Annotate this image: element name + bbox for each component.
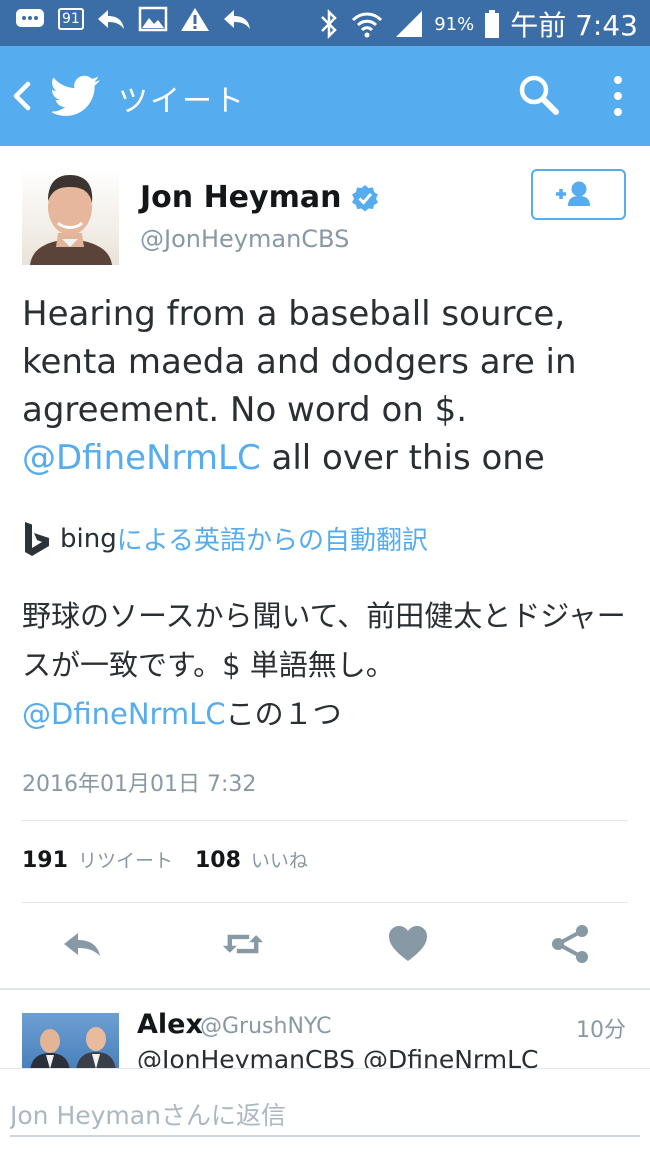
- tweet-text: Hearing from a baseball source, kenta ma…: [22, 290, 632, 482]
- search-icon[interactable]: [518, 74, 560, 116]
- verified-badge-icon: [352, 184, 379, 211]
- message-icon: [16, 9, 44, 27]
- reply-composer: [0, 1068, 650, 1157]
- status-bar: 91 91% 午前 7:43: [0, 0, 650, 46]
- wifi-icon: [352, 12, 383, 38]
- engagement-stats: 191 リツイート 108 いいね: [22, 846, 330, 873]
- battery-icon: [485, 10, 500, 38]
- reply-text: @JonHeymanCBS @DfineNrmLC: [137, 1045, 539, 1069]
- reply-time: 10分: [576, 1018, 626, 1043]
- divider: [22, 820, 628, 821]
- translated-text-part: この１つ: [225, 697, 342, 731]
- retweet-label[interactable]: リツイート: [78, 846, 173, 873]
- translation-attribution: bing による英語からの自動翻訳: [22, 520, 428, 557]
- retweet-count[interactable]: 191: [22, 848, 68, 873]
- badge-icon: 91: [58, 8, 84, 30]
- section-separator: [0, 988, 650, 990]
- follow-button[interactable]: [531, 169, 626, 220]
- author-handle[interactable]: @JonHeymanCBS: [140, 225, 349, 253]
- translation-link[interactable]: による英語からの自動翻訳: [117, 520, 428, 557]
- status-notifications: 91: [14, 6, 252, 32]
- overflow-menu-icon[interactable]: [608, 74, 628, 118]
- tweet-timestamp: 2016年01月01日 7:32: [22, 772, 257, 797]
- back-arrow-icon[interactable]: [10, 76, 34, 116]
- status-system: 91% 午前 7:43: [318, 4, 638, 44]
- reply-icon: [97, 10, 124, 29]
- reply-author-handle[interactable]: @GrushNYC: [200, 1014, 332, 1039]
- share-icon[interactable]: [548, 922, 592, 966]
- like-heart-icon[interactable]: [386, 922, 430, 966]
- like-label[interactable]: いいね: [251, 846, 308, 873]
- image-icon: [138, 6, 168, 32]
- author-avatar[interactable]: [22, 167, 119, 265]
- bluetooth-icon: [321, 9, 337, 39]
- battery-percent: 91%: [434, 13, 475, 35]
- tweet-text-part: Hearing from a baseball source, kenta ma…: [22, 294, 577, 430]
- add-user-icon: [556, 181, 590, 206]
- divider: [22, 902, 628, 903]
- author-photo: [30, 175, 112, 265]
- warning-icon: [180, 8, 209, 31]
- reply-icon[interactable]: [60, 922, 104, 966]
- app-bar: ツイート: [0, 46, 650, 146]
- translated-text: 野球のソースから聞いて、前田健太とドジャースが一致です。$ 単語無し。 @Dfin…: [22, 592, 632, 739]
- reply-icon: [223, 10, 250, 29]
- signal-icon: [396, 11, 423, 37]
- like-count[interactable]: 108: [195, 848, 241, 873]
- translated-mention-link[interactable]: @DfineNrmLC: [22, 697, 226, 731]
- reply-input[interactable]: [10, 1095, 640, 1137]
- bing-label: bing: [60, 523, 117, 554]
- retweet-icon[interactable]: [221, 922, 265, 966]
- clock: 午前 7:43: [510, 9, 638, 42]
- bing-logo-icon: [25, 521, 49, 556]
- author-name[interactable]: Jon Heyman: [140, 180, 341, 215]
- mention-link[interactable]: @DfineNrmLC: [22, 438, 261, 478]
- reply-author-name[interactable]: Alex: [137, 1009, 203, 1040]
- reply-author-avatar[interactable]: [22, 1013, 119, 1070]
- page-title: ツイート: [118, 84, 246, 119]
- author-name-row: Jon Heyman: [140, 180, 379, 215]
- tweet-text-part: all over this one: [260, 438, 545, 478]
- twitter-bird-icon[interactable]: [52, 74, 102, 116]
- translated-text-part: 野球のソースから聞いて、前田健太とドジャースが一致です。$ 単語無し。: [22, 599, 626, 682]
- reply-author-photo: [30, 1027, 116, 1070]
